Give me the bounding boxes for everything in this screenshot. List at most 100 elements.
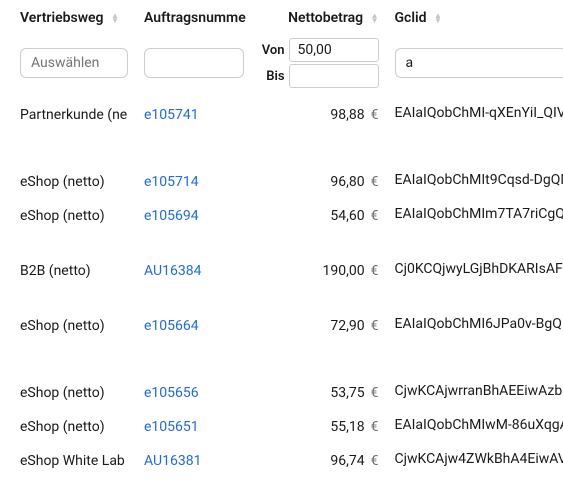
cell-vertriebsweg: eShop (netto) [12,132,136,199]
table-row: eShop (netto) e105714 96,80 € EAIaIQobChMIt9… [0,132,563,199]
header-auftragsnummer[interactable]: Auftragsnumme [136,0,254,36]
table-row: eShop (netto) e105694 54,60 € EAIaIQobChMIm7… [0,199,563,233]
cell-gclid: CjwKCAjw4ZWkBhA4EiwAVA [387,444,563,478]
cell-vertriebsweg: B2B (netto) [12,233,136,309]
table-filter-row: Von Bis [0,36,563,98]
row-stub [0,343,12,410]
cell-gclid: EAIaIQobChMI6JPa0v-BgQM [387,309,563,343]
gclid-value: CjwKCAjw4ZWkBhA4EiwAVA [395,451,563,467]
cell-auftragsnummer: e105656 [136,343,254,410]
cell-gclid: EAIaIQobChMIm7TA7riCgQN [387,199,563,233]
order-link[interactable]: e105651 [144,419,199,435]
header-gclid-label: Gclid [395,10,427,26]
filter-stub [0,36,12,98]
header-vertriebsweg-label: Vertriebsweg [20,10,104,26]
cell-gclid: EAIaIQobChMIwM-86uXqgA [387,410,563,444]
amount-value: 55,18 [330,419,364,435]
cell-vertriebsweg: Partnerkunde (ne [12,98,136,132]
gclid-input[interactable] [395,48,563,78]
cell-vertriebsweg: eShop (netto) [12,343,136,410]
cell-nettobetrag: 72,90 € [254,309,387,343]
table-row: eShop (netto) e105656 53,75€CjwKCAjwrranBh… [0,343,563,410]
cell-nettobetrag: 190,00 € [254,233,387,309]
cell-gclid: CjwKCAjwrranBhAEEiwAzbh [387,343,563,410]
order-link[interactable]: e105714 [144,174,199,190]
row-stub [0,410,12,444]
gclid-value: Cj0KCQjwyLGjBhDKARIsAFF [395,261,563,277]
row-stub [0,233,12,309]
table-row: B2B (netto) AU16384 190,00 € Cj0KCQjwyLGjBhD… [0,233,563,309]
cell-auftragsnummer: AU16384 [136,233,254,309]
table-row: eShop (netto) e105651 55,18 € EAIaIQobChMIwM… [0,410,563,444]
bis-label: Bis [266,69,284,84]
nettobetrag-bis-input[interactable] [289,64,379,88]
row-stub [0,444,12,478]
currency-symbol: € [371,107,379,123]
cell-nettobetrag: 96,74 € [254,444,387,478]
auftragsnummer-input[interactable] [144,48,244,78]
cell-vertriebsweg: eShop (netto) [12,309,136,343]
currency-symbol: € [371,263,379,279]
table-header-row: Vertriebsweg ▲▼ Auftragsnumme Nettobetra… [0,0,563,36]
cell-vertriebsweg: eShop White Lab [12,444,136,478]
order-link[interactable]: e105741 [144,107,199,123]
nettobetrag-von-input[interactable] [289,38,379,62]
cell-auftragsnummer: e105714 [136,132,254,199]
amount-value: 54,60 [330,208,364,224]
amount-value: 72,90 [330,318,364,334]
order-link[interactable]: e105664 [144,318,199,334]
amount-value: 96,74 [330,453,364,469]
gclid-value: EAIaIQobChMI6JPa0v-BgQM [395,316,563,332]
gclid-value: EAIaIQobChMIt9Cqsd-DgQM [395,172,563,188]
amount-value: 96,80 [330,174,364,190]
table-row: eShop White Lab AU16381 96,74 € CjwKCAjw4ZWk… [0,444,563,478]
amount-value: 53,75 [330,385,364,401]
amount-value: 190,00 [323,263,365,279]
cell-auftragsnummer: e105694 [136,199,254,233]
order-link[interactable]: e105656 [144,385,199,401]
row-stub [0,132,12,199]
cell-auftragsnummer: e105651 [136,410,254,444]
cell-nettobetrag: 54,60 € [254,199,387,233]
currency-symbol: € [371,419,379,435]
cell-gclid: Cj0KCQjwyLGjBhDKARIsAFF [387,233,563,309]
header-stub [0,0,12,36]
order-link[interactable]: AU16384 [144,263,201,279]
header-gclid[interactable]: Gclid ▲▼ [387,0,563,36]
sort-icon: ▲▼ [434,13,442,23]
sort-icon: ▲▼ [371,13,379,23]
order-link[interactable]: AU16381 [144,453,201,469]
cell-auftragsnummer: AU16381 [136,444,254,478]
header-nettobetrag[interactable]: Nettobetrag ▲▼ [254,0,387,36]
cell-vertriebsweg: eShop (netto) [12,199,136,233]
currency-symbol: € [371,174,379,190]
sort-icon: ▲▼ [111,13,119,23]
gclid-value: EAIaIQobChMIwM-86uXqgA [395,417,563,433]
cell-gclid: EAIaIQobChMI-qXEnYiI_QIVI [387,98,563,132]
currency-symbol: € [371,318,379,334]
header-nettobetrag-label: Nettobetrag [288,10,363,26]
currency-symbol: € [371,453,379,469]
cell-auftragsnummer: e105664 [136,309,254,343]
cell-auftragsnummer: e105741 [136,98,254,132]
cell-vertriebsweg: eShop (netto) [12,410,136,444]
orders-table: Vertriebsweg ▲▼ Auftragsnumme Nettobetra… [0,0,563,478]
gclid-value: EAIaIQobChMI-qXEnYiI_QIVI [395,105,563,121]
cell-nettobetrag: 96,80 € [254,132,387,199]
gclid-value: EAIaIQobChMIm7TA7riCgQN [395,206,563,222]
row-stub [0,309,12,343]
vertriebsweg-select[interactable] [20,48,128,78]
table-row: Partnerkunde (ne e105741 98,88 € EAIaIQobChM… [0,98,563,132]
order-link[interactable]: e105694 [144,208,199,224]
amount-value: 98,88 [330,107,364,123]
row-stub [0,98,12,132]
currency-symbol: € [371,208,379,224]
cell-gclid: EAIaIQobChMIt9Cqsd-DgQM [387,132,563,199]
header-auftragsnummer-label: Auftragsnumme [144,10,246,26]
row-stub [0,199,12,233]
von-label: Von [262,43,285,58]
nettobetrag-range: Von Bis [262,38,379,88]
cell-nettobetrag: 53,75€ [254,343,387,410]
cell-nettobetrag: 55,18 € [254,410,387,444]
header-vertriebsweg[interactable]: Vertriebsweg ▲▼ [12,0,136,36]
